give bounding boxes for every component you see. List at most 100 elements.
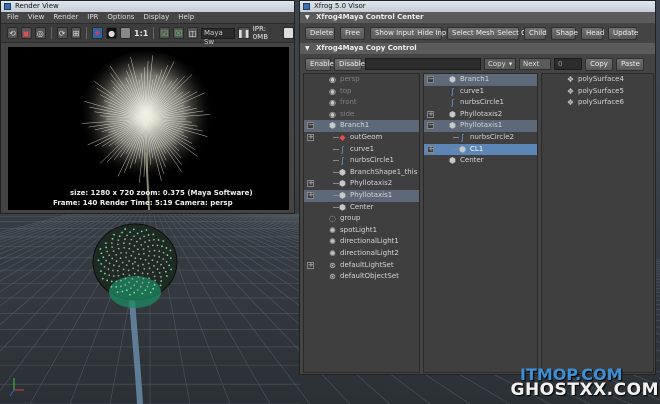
image-options-icon[interactable]: ◫ xyxy=(187,27,198,39)
tree-row[interactable]: + ⬢ Phyllotaxis1 xyxy=(304,189,419,202)
xfrog-visor-window[interactable]: Xfrog 5.0 Visor ▼ Xfrog4Maya Control Cen… xyxy=(299,0,656,375)
geom-icon: ◆ xyxy=(339,132,346,142)
renderer-field[interactable]: Maya Sw xyxy=(200,27,235,46)
tree-row[interactable]: ⬢ BranchShape1_this xyxy=(304,167,419,179)
tree-row[interactable]: ∫ nurbsCircle1 xyxy=(304,155,419,167)
paste-button[interactable]: Paste xyxy=(616,57,644,71)
tree-row[interactable]: − ⬢ Branch1 xyxy=(304,120,419,132)
real-size-label[interactable]: 1:1 xyxy=(134,29,148,38)
tree-row-label: Center xyxy=(350,202,374,211)
ipr-region-icon[interactable]: ⊞ xyxy=(70,27,82,39)
tree-row[interactable]: + ⬢ CL1 xyxy=(424,143,537,156)
redo-render-icon[interactable]: ⟲ xyxy=(7,27,18,39)
input-buttons[interactable]: Show Input Hide Input xyxy=(370,26,454,40)
pause-ipr-icon[interactable]: ❚❚ xyxy=(237,27,250,39)
branch-hierarchy-column[interactable]: − ⬢ Branch1 ∫ curve1 ∫ nurbsCircle1 + ⬢ Phyllotax… xyxy=(423,73,538,373)
tree-row[interactable]: ✺ directionalLight1 xyxy=(304,236,419,248)
copy-mode-select[interactable]: Copy ▾ xyxy=(484,58,516,70)
render-view-title-bar[interactable]: Render View xyxy=(1,1,294,12)
tree-row[interactable]: + ⬢ Phyllotaxis2 xyxy=(424,109,537,121)
tree-row[interactable]: ✺ directionalLight2 xyxy=(304,248,419,260)
keep-image-icon[interactable]: ☑ xyxy=(159,27,171,39)
collapse-toggle-icon[interactable]: − xyxy=(427,76,434,83)
expand-toggle-icon[interactable]: + xyxy=(307,191,314,199)
expand-toggle-icon[interactable]: + xyxy=(307,133,314,141)
scene-hierarchy-column[interactable]: ◉ persp ◉ top ◉ front ◉ side − ⬢ Branch1 + ◆ outGeom ∫… xyxy=(303,73,420,373)
tree-row[interactable]: + ◆ outGeom xyxy=(304,132,419,144)
copy-button[interactable]: Copy xyxy=(585,57,613,71)
tree-row[interactable]: ∫ curve1 xyxy=(304,144,419,156)
menu-options[interactable]: Options xyxy=(107,12,134,23)
tree-row-label: Center xyxy=(460,156,484,165)
tree-row[interactable]: ◉ side xyxy=(304,109,419,121)
tree-row[interactable]: ◌ group xyxy=(304,213,419,225)
expand-toggle-icon[interactable]: + xyxy=(427,110,434,118)
menu-ipr[interactable]: IPR xyxy=(87,12,98,23)
node-icon: ⬢ xyxy=(449,121,456,131)
toolbar-divider xyxy=(153,27,155,39)
tree-row[interactable]: ◉ front xyxy=(304,97,419,109)
expand-toggle-icon[interactable]: + xyxy=(427,145,434,153)
collapse-toggle-icon[interactable]: − xyxy=(427,122,434,130)
control-center-header[interactable]: ▼ Xfrog4Maya Control Center xyxy=(300,12,655,23)
expand-toggle-icon[interactable]: + xyxy=(307,261,314,269)
collapse-arrow-icon[interactable]: ▼ xyxy=(305,43,310,54)
tree-row[interactable]: ∫ nurbsCircle1 xyxy=(424,97,537,109)
select-mesh-button[interactable]: Select Mesh xyxy=(452,28,494,39)
copy-source-field[interactable] xyxy=(365,58,481,70)
show-input-button[interactable]: Show Input xyxy=(375,28,414,39)
next-select[interactable]: Next xyxy=(519,58,551,70)
ipr-render-icon[interactable]: ⟳ xyxy=(56,27,68,39)
head-button[interactable]: Head xyxy=(581,26,604,40)
remove-image-icon[interactable]: ☒ xyxy=(173,27,185,39)
tree-row[interactable]: ⬢ Center xyxy=(424,155,537,167)
toolbar-divider xyxy=(86,27,88,39)
tree-row[interactable]: ✺ spotLight1 xyxy=(304,225,419,237)
shape-button[interactable]: Shape xyxy=(551,26,578,40)
menu-render[interactable]: Render xyxy=(53,12,78,23)
menu-view[interactable]: View xyxy=(28,12,45,23)
tree-row[interactable]: − ⬢ Branch1 xyxy=(424,74,537,86)
rgb-channels-icon[interactable] xyxy=(92,27,104,39)
menu-display[interactable]: Display xyxy=(143,12,169,23)
update-button[interactable]: Update xyxy=(608,26,638,40)
menu-file[interactable]: File xyxy=(7,12,19,23)
free-button[interactable]: Free xyxy=(340,26,365,40)
tree-row[interactable]: + ⊛ defaultLightSet xyxy=(304,260,419,272)
delete-button[interactable]: Delete xyxy=(305,26,335,40)
tree-row[interactable]: ❖ polySurface5 xyxy=(542,86,653,98)
tree-row[interactable]: ◉ persp xyxy=(304,74,419,86)
collapse-toggle-icon[interactable]: − xyxy=(307,122,314,130)
render-image[interactable]: size: 1280 x 720 zoom: 0.375 (Maya Softw… xyxy=(8,47,289,210)
tree-row[interactable]: ❖ polySurface6 xyxy=(542,97,653,109)
render-view-window[interactable]: Render View File View Render IPR Options… xyxy=(0,0,295,214)
copy-number-field[interactable]: 0 xyxy=(554,58,582,70)
tree-row[interactable]: ⬢ Center xyxy=(304,202,419,214)
mesh-list-column[interactable]: ❖ polySurface4 ❖ polySurface5 ❖ polySurface6 xyxy=(541,73,654,373)
tree-row-label: Branch1 xyxy=(460,75,490,83)
tree-row[interactable]: ∫ nurbsCircle2 xyxy=(424,132,537,144)
color-swatch-icon[interactable] xyxy=(283,27,295,39)
render-region-icon[interactable]: ▣ xyxy=(20,27,32,39)
copy-control-header[interactable]: ▼ Xfrog4Maya Copy Control xyxy=(300,43,655,54)
tree-row[interactable]: − ⬢ Phyllotaxis1 xyxy=(424,120,537,132)
expand-toggle-icon[interactable]: + xyxy=(307,180,314,188)
menu-help[interactable]: Help xyxy=(178,12,194,23)
tree-row[interactable]: + ⬢ Phyllotaxis2 xyxy=(304,178,419,190)
luminance-icon[interactable] xyxy=(120,27,132,39)
alpha-channel-icon[interactable]: ● xyxy=(106,27,118,39)
camera-icon: ◉ xyxy=(329,98,336,108)
tree-row[interactable]: ◉ top xyxy=(304,86,419,98)
tree-row[interactable]: ∫ curve1 xyxy=(424,86,537,98)
tree-row[interactable]: ⊛ defaultObjectSet xyxy=(304,271,419,283)
select-buttons[interactable]: Select Mesh Select Obj xyxy=(447,26,533,40)
collapse-arrow-icon[interactable]: ▼ xyxy=(305,12,310,23)
node-icon: ⬢ xyxy=(339,167,346,177)
child-button[interactable]: Child xyxy=(524,26,547,40)
tree-row[interactable]: ❖ polySurface4 xyxy=(542,74,653,86)
visor-title-bar[interactable]: Xfrog 5.0 Visor xyxy=(300,1,655,12)
snapshot-icon[interactable]: ◎ xyxy=(34,27,46,39)
disable-button[interactable]: Disable xyxy=(334,57,365,71)
enable-button[interactable]: Enable xyxy=(305,57,334,71)
tree-row-label: Phyllotaxis1 xyxy=(460,121,503,130)
